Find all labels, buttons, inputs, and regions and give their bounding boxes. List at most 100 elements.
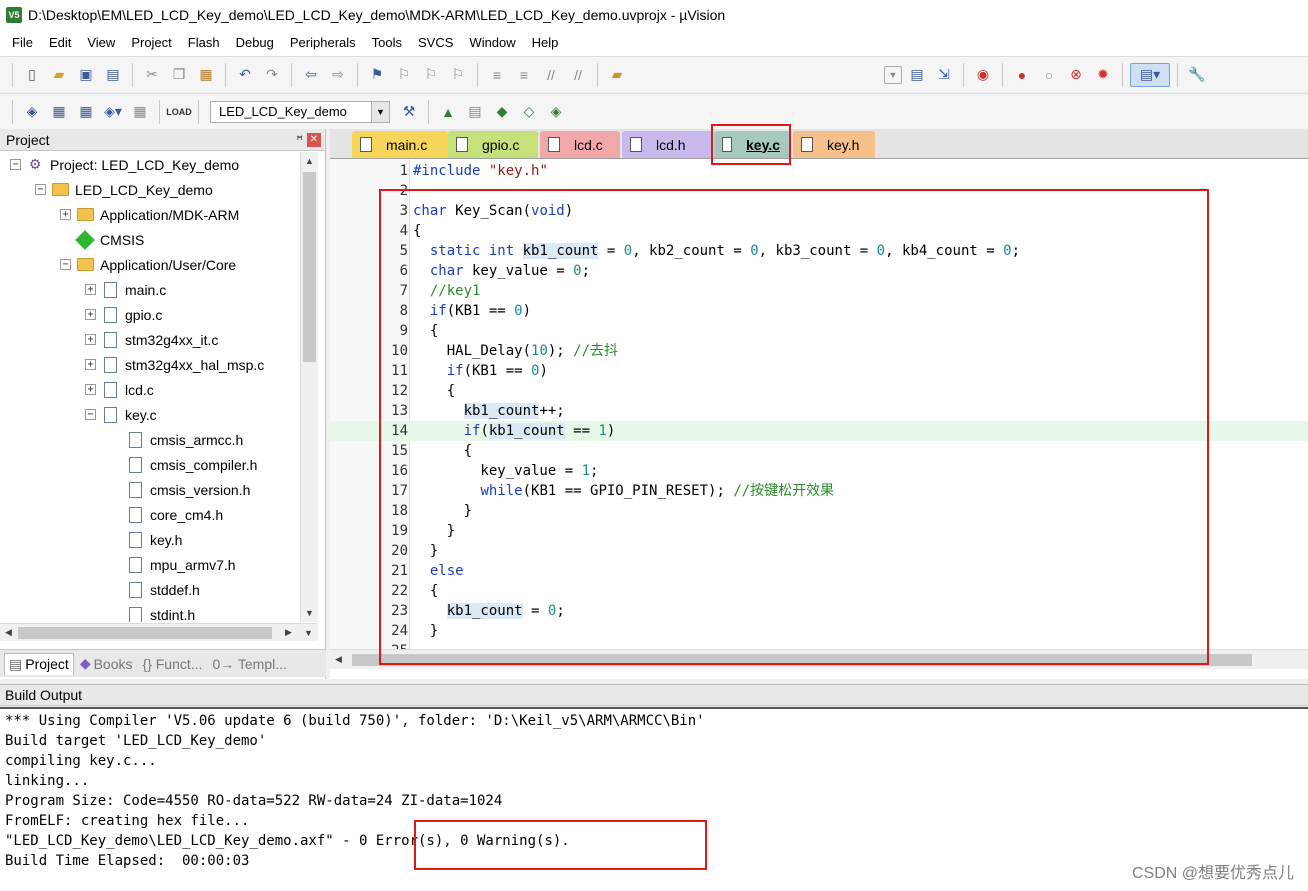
comment-icon[interactable]: //: [539, 63, 563, 87]
expand-icon[interactable]: +: [85, 309, 96, 320]
tab-main-c[interactable]: main.c: [352, 131, 448, 158]
close-icon[interactable]: ✕: [307, 132, 321, 147]
prev-bookmark-icon[interactable]: ⚐: [392, 63, 416, 87]
scroll-thumb[interactable]: [303, 172, 316, 362]
debug-session-icon[interactable]: ◉: [971, 63, 995, 87]
tree-item[interactable]: key.h: [110, 527, 182, 552]
tree-item[interactable]: + Application/MDK-ARM: [60, 202, 239, 227]
tab-functions[interactable]: {} Funct...: [139, 653, 207, 675]
indent-icon[interactable]: ≡: [485, 63, 509, 87]
configure-icon[interactable]: 🔧: [1185, 63, 1209, 87]
manage-rte-icon[interactable]: ◆: [490, 100, 514, 124]
target-select[interactable]: LED_LCD_Key_demo ▼: [210, 100, 390, 123]
tree-item[interactable]: core_cm4.h: [110, 502, 223, 527]
tab-gpio-c[interactable]: gpio.c: [448, 131, 538, 158]
navigate-back-icon[interactable]: ⇦: [299, 63, 323, 87]
save-all-icon[interactable]: ▤: [101, 63, 125, 87]
code-line[interactable]: 1 #include "key.h": [330, 161, 1308, 181]
tree-item[interactable]: − ⚙ Project: LED_LCD_Key_demo: [10, 152, 239, 177]
tree-item[interactable]: + lcd.c: [85, 377, 154, 402]
tab-key-h[interactable]: key.h: [793, 131, 875, 158]
bookmark-icon[interactable]: ⚑: [365, 63, 389, 87]
batch-build-icon[interactable]: ◈▾: [101, 100, 125, 124]
collapse-icon[interactable]: −: [60, 259, 71, 270]
tree-item[interactable]: stdint.h: [110, 602, 195, 622]
unindent-icon[interactable]: ≡: [512, 63, 536, 87]
menu-project[interactable]: Project: [123, 32, 179, 54]
scroll-right-icon[interactable]: ▶: [280, 624, 297, 641]
tab-templates[interactable]: 0→ Templ...: [208, 653, 290, 675]
scroll-down-icon[interactable]: ▼: [301, 604, 318, 621]
menu-debug[interactable]: Debug: [228, 32, 282, 54]
menu-view[interactable]: View: [79, 32, 123, 54]
rebuild-icon[interactable]: ▦: [74, 100, 98, 124]
expand-icon[interactable]: +: [85, 334, 96, 345]
menu-file[interactable]: File: [4, 32, 41, 54]
pin-icon[interactable]: ꟸ: [296, 133, 303, 147]
menu-edit[interactable]: Edit: [41, 32, 79, 54]
find-in-files-icon[interactable]: ▰: [605, 63, 629, 87]
translate-icon[interactable]: ◈: [20, 100, 44, 124]
collapse-icon[interactable]: −: [10, 159, 21, 170]
save-icon[interactable]: ▣: [74, 63, 98, 87]
tab-lcd-h[interactable]: lcd.h: [622, 131, 712, 158]
enable-breakpoint-icon[interactable]: ○: [1037, 63, 1061, 87]
select-packs-icon[interactable]: ◇: [517, 100, 541, 124]
tree-item[interactable]: + stm32g4xx_hal_msp.c: [85, 352, 264, 377]
kill-all-breakpoints-icon[interactable]: ✹: [1091, 63, 1115, 87]
cut-icon[interactable]: ✂: [140, 63, 164, 87]
clear-bookmarks-icon[interactable]: ⚐: [446, 63, 470, 87]
new-file-icon[interactable]: ▯: [20, 63, 44, 87]
pack-installer-icon[interactable]: ◈: [544, 100, 568, 124]
redo-icon[interactable]: ↷: [260, 63, 284, 87]
undo-icon[interactable]: ↶: [233, 63, 257, 87]
build-icon[interactable]: ▦: [47, 100, 71, 124]
tree-item[interactable]: CMSIS: [60, 227, 144, 252]
tree-item[interactable]: stddef.h: [110, 577, 200, 602]
expand-icon[interactable]: +: [85, 359, 96, 370]
copy-icon[interactable]: ❐: [167, 63, 191, 87]
expand-icon[interactable]: +: [60, 209, 71, 220]
menu-window[interactable]: Window: [461, 32, 523, 54]
uncomment-icon[interactable]: //: [566, 63, 590, 87]
tree-item[interactable]: cmsis_version.h: [110, 477, 250, 502]
window-layout-icon[interactable]: ▤▾: [1130, 62, 1170, 87]
scroll-thumb[interactable]: [18, 627, 272, 639]
insert-breakpoint-icon[interactable]: ●: [1010, 63, 1034, 87]
scroll-down-icon[interactable]: ▼: [300, 624, 317, 641]
menu-flash[interactable]: Flash: [180, 32, 228, 54]
open-folder-icon[interactable]: ▰: [47, 63, 71, 87]
menu-svcs[interactable]: SVCS: [410, 32, 461, 54]
menu-tools[interactable]: Tools: [364, 32, 410, 54]
collapse-icon[interactable]: −: [35, 184, 46, 195]
paste-icon[interactable]: ▦: [194, 63, 218, 87]
file-extensions-icon[interactable]: ▤: [463, 100, 487, 124]
expand-icon[interactable]: +: [85, 384, 96, 395]
tab-books[interactable]: ◆ Books: [76, 653, 137, 675]
tree-item[interactable]: − Application/User/Core: [60, 252, 236, 277]
incremental-find-icon[interactable]: ⇲: [932, 63, 956, 87]
tab-project[interactable]: ▤ Project: [4, 652, 74, 675]
stop-build-icon[interactable]: ▦: [128, 100, 152, 124]
tab-lcd-c[interactable]: lcd.c: [540, 131, 620, 158]
tree-item[interactable]: − key.c: [85, 402, 157, 427]
collapse-icon[interactable]: −: [85, 409, 96, 420]
navigate-forward-icon[interactable]: ⇨: [326, 63, 350, 87]
target-options-icon[interactable]: ⚒: [397, 100, 421, 124]
tree-item[interactable]: + main.c: [85, 277, 166, 302]
next-bookmark-icon[interactable]: ⚐: [419, 63, 443, 87]
find-combo-dropdown-icon[interactable]: ▼: [884, 65, 902, 84]
menu-peripherals[interactable]: Peripherals: [282, 32, 364, 54]
download-load-icon[interactable]: LOAD: [166, 100, 192, 124]
tree-vertical-scrollbar[interactable]: ▲ ▼: [300, 152, 318, 622]
menu-help[interactable]: Help: [524, 32, 567, 54]
find-icon[interactable]: ▤: [905, 63, 929, 87]
disable-all-breakpoints-icon[interactable]: ⊗: [1064, 63, 1088, 87]
scroll-left-icon[interactable]: ◀: [0, 624, 17, 641]
tree-horizontal-scrollbar[interactable]: ◀ ▶ ▼: [0, 623, 318, 641]
expand-icon[interactable]: +: [85, 284, 96, 295]
tree-item[interactable]: cmsis_armcc.h: [110, 427, 243, 452]
tree-item[interactable]: + gpio.c: [85, 302, 162, 327]
scroll-up-icon[interactable]: ▲: [301, 152, 318, 169]
tree-item[interactable]: + stm32g4xx_it.c: [85, 327, 218, 352]
